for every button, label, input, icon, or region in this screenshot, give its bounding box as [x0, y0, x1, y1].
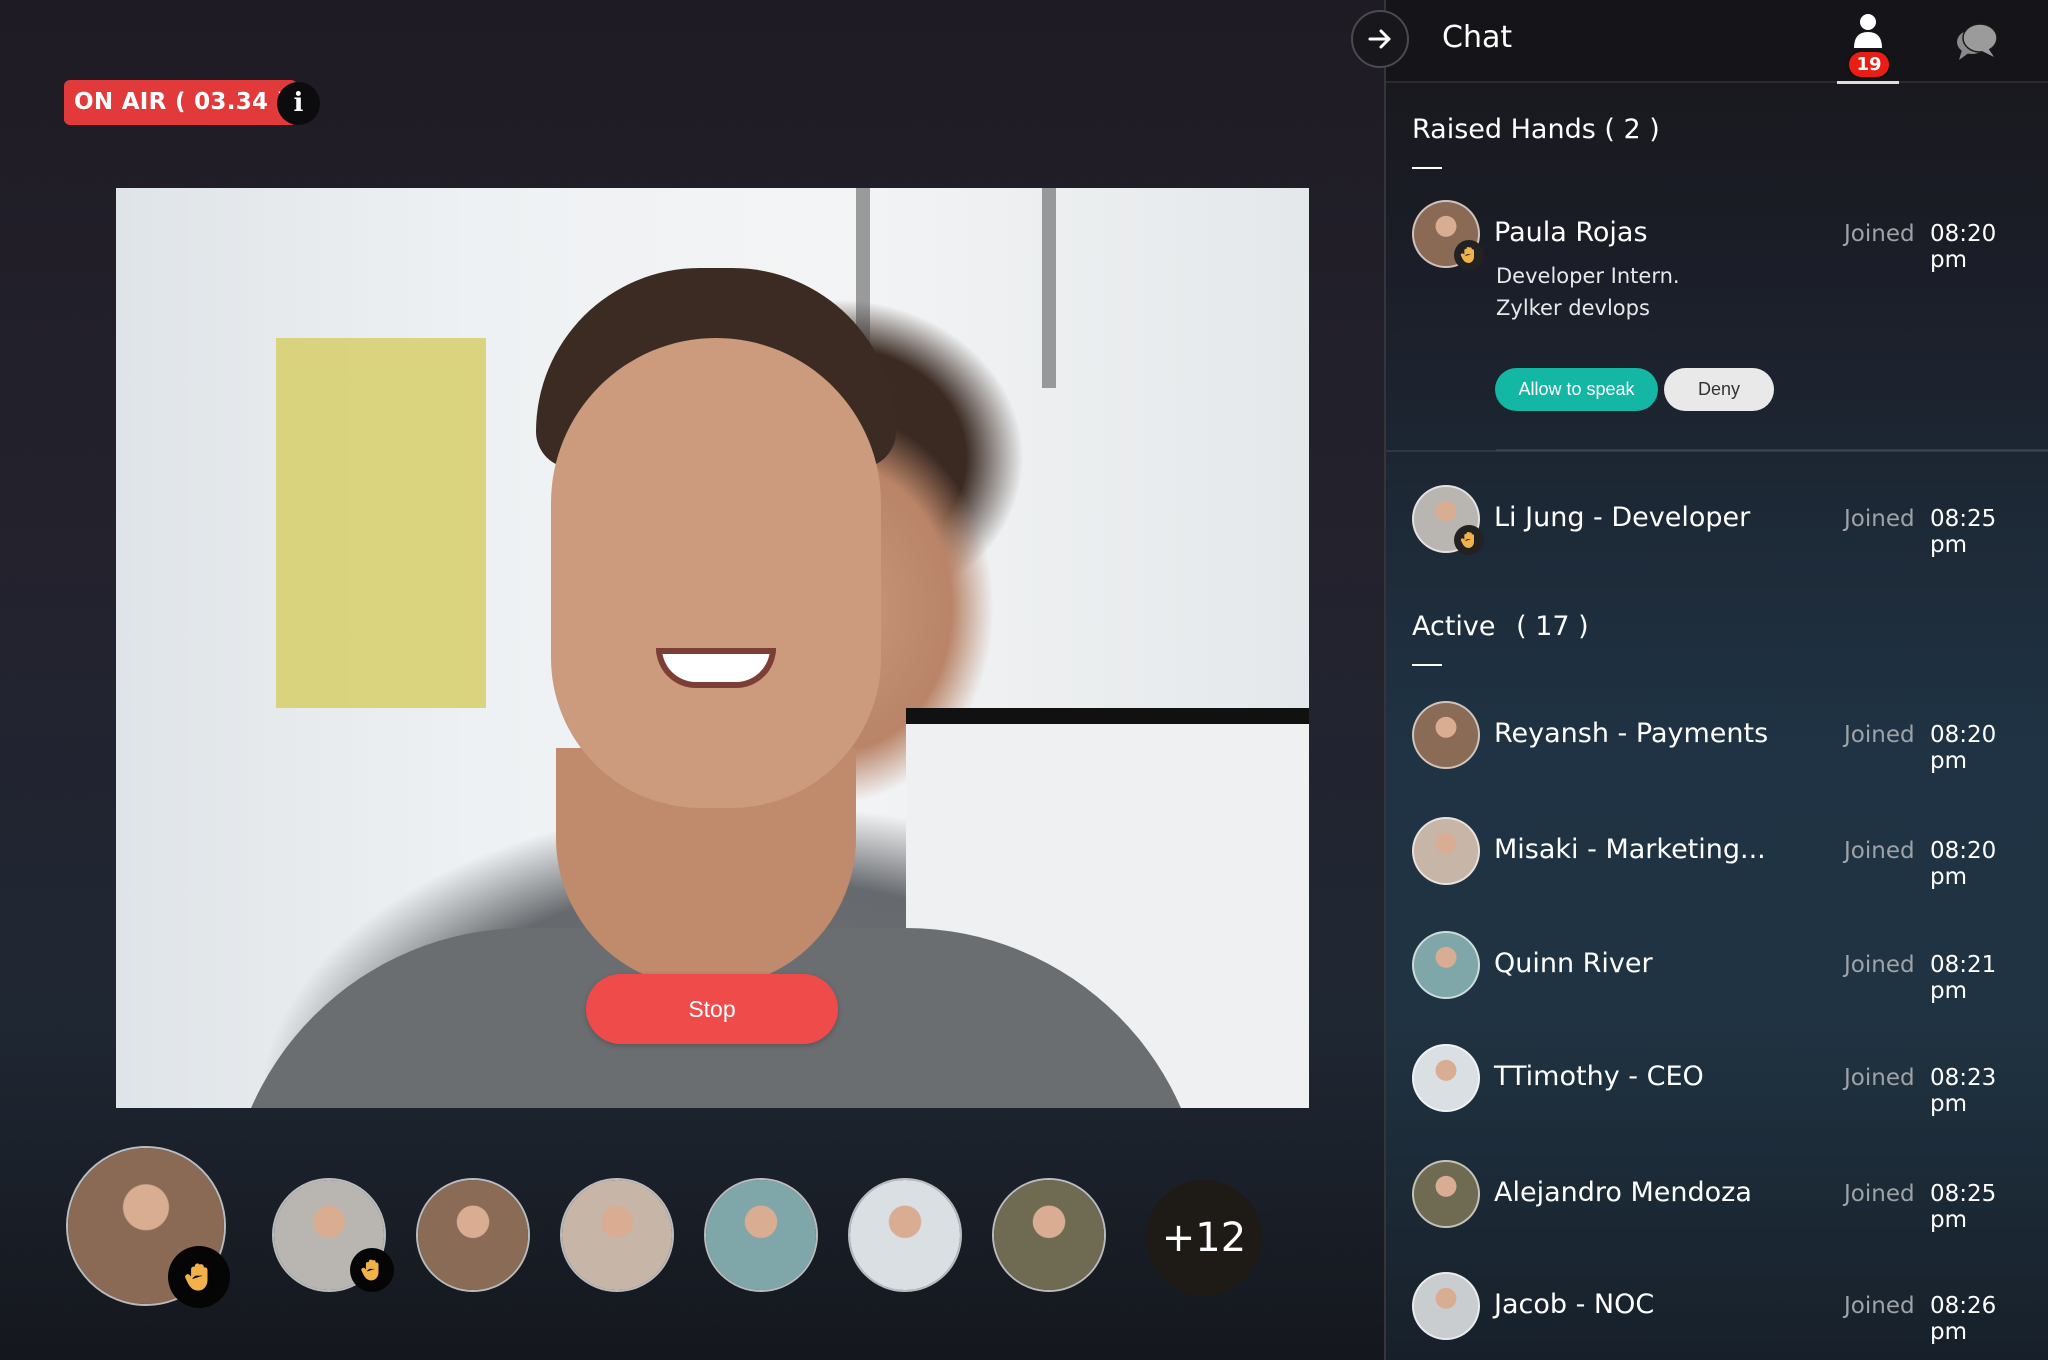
joined-time: 08:20 pm: [1930, 838, 1997, 890]
active-title: Active ( 17 ): [1412, 611, 1589, 642]
avatar: [1412, 200, 1484, 270]
participant-name: Jacob - NOC: [1494, 1289, 1655, 1320]
tab-chat[interactable]: [1952, 20, 2002, 64]
participant-name: Misaki - Marketing...: [1494, 834, 1766, 865]
raised-hand-badge: [168, 1246, 230, 1308]
avatar: [1412, 485, 1484, 555]
joined-label: Joined: [1844, 1181, 1915, 1207]
participant-thumbnail[interactable]: [848, 1178, 962, 1292]
participant-thumbnail[interactable]: [560, 1178, 674, 1292]
avatar: [706, 1180, 816, 1290]
more-participants-button[interactable]: +12: [1146, 1180, 1262, 1296]
participants-count-badge: 19: [1847, 50, 1891, 79]
video-background-shelf: [276, 338, 486, 708]
joined-time: 08:25 pm: [1930, 1181, 1997, 1233]
info-icon: i: [293, 88, 304, 118]
raised-hands-title: Raised Hands ( 2 ): [1412, 114, 1660, 145]
participant-name: Paula Rojas: [1494, 217, 1648, 248]
active-count: ( 17 ): [1516, 611, 1589, 642]
tab-participants[interactable]: 19: [1836, 10, 1900, 84]
raised-hand-icon: [1460, 532, 1474, 548]
avatar: [850, 1180, 960, 1290]
avatar: [1412, 701, 1480, 769]
participant-name: Alejandro Mendoza: [1494, 1177, 1752, 1208]
section-divider: [1386, 450, 2048, 452]
active-label: Active: [1412, 611, 1496, 642]
avatar: [1412, 1160, 1480, 1228]
raised-hand-icon: [1460, 247, 1474, 263]
video-background-window: [856, 188, 1056, 388]
speaker-face: [551, 338, 881, 808]
joined-label: Joined: [1844, 221, 1915, 247]
joined-label: Joined: [1844, 722, 1915, 748]
participant-thumbnail[interactable]: [416, 1178, 530, 1292]
chat-bubbles-icon: [1957, 23, 1998, 60]
side-panel: Chat 19 Raised Hands ( 2 ) Paula Rojas J…: [1351, 0, 2048, 1360]
participant-thumbnail[interactable]: [272, 1178, 394, 1292]
on-air-badge: ON AIR ( 03.34 ): [64, 80, 298, 125]
stage: ON AIR ( 03.34 ) i Stop +12: [0, 0, 1384, 1360]
avatar: [994, 1180, 1104, 1290]
joined-label: Joined: [1844, 506, 1915, 532]
raised-hand-icon: [185, 1263, 208, 1291]
stop-button[interactable]: Stop: [586, 974, 838, 1044]
panel-header: Chat 19: [1386, 0, 2048, 84]
participant-company: Zylker devlops: [1496, 296, 1650, 320]
joined-label: Joined: [1844, 1065, 1915, 1091]
raised-hand-icon: [361, 1259, 379, 1281]
participant-thumbnail[interactable]: [66, 1146, 230, 1308]
avatar: [1412, 817, 1480, 885]
joined-label: Joined: [1844, 1293, 1915, 1319]
collapse-panel-button[interactable]: [1351, 10, 1409, 68]
info-button[interactable]: i: [277, 82, 320, 125]
deny-button[interactable]: Deny: [1664, 368, 1774, 411]
avatar: [1412, 1044, 1480, 1112]
avatar: [562, 1180, 672, 1290]
joined-label: Joined: [1844, 838, 1915, 864]
raised-hand-badge: [1454, 525, 1484, 555]
joined-time: 08:21 pm: [1930, 952, 1997, 1004]
active-tab-indicator: [1837, 81, 1899, 84]
participant-name: Reyansh - Payments: [1494, 718, 1769, 749]
joined-time: 08:20 pm: [1930, 722, 1997, 774]
joined-time: 08:20 pm: [1930, 221, 1997, 273]
raised-hand-badge: [350, 1248, 394, 1292]
participant-role: Developer Intern.: [1496, 264, 1680, 288]
joined-label: Joined: [1844, 952, 1915, 978]
allow-to-speak-button[interactable]: Allow to speak: [1495, 368, 1658, 411]
avatar: [1412, 1272, 1480, 1340]
section-underline: [1412, 664, 1442, 666]
avatar: [1412, 931, 1480, 999]
participant-thumbnail[interactable]: [704, 1178, 818, 1292]
participant-name: Quinn River: [1494, 948, 1653, 979]
participant-name: Li Jung - Developer: [1494, 502, 1751, 533]
arrow-right-icon: [1368, 29, 1391, 49]
joined-time: 08:25 pm: [1930, 506, 1997, 558]
raised-hand-badge: [1454, 240, 1484, 270]
avatar: [418, 1180, 528, 1290]
joined-time: 08:23 pm: [1930, 1065, 1997, 1117]
section-underline: [1412, 167, 1442, 169]
main-video: [116, 188, 1309, 1108]
panel-title: Chat: [1442, 20, 1513, 55]
participant-name: TTimothy - CEO: [1494, 1061, 1704, 1092]
joined-time: 08:26 pm: [1930, 1293, 1997, 1345]
participant-thumbnail[interactable]: [992, 1178, 1106, 1292]
